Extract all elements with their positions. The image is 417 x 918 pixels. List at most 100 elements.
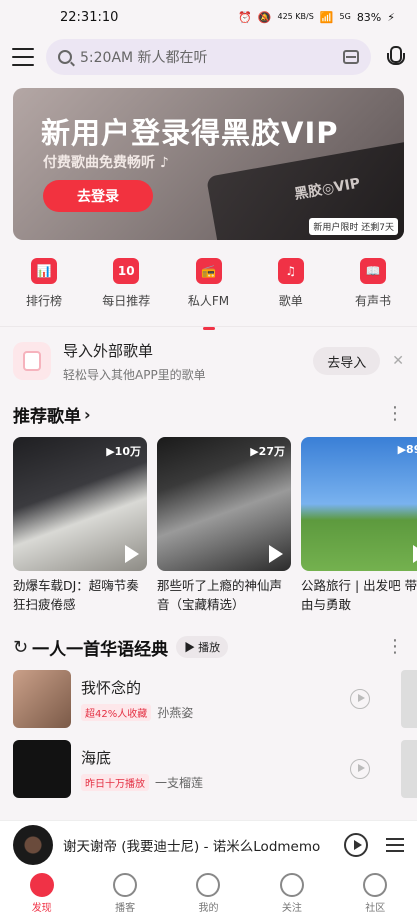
tab-follow[interactable]: 关注: [262, 872, 322, 914]
import-subtitle: 轻松导入其他APP里的歌单: [63, 367, 206, 382]
search-input[interactable]: 5:20AM 新人都在听: [80, 47, 335, 67]
network-type: 5G: [339, 12, 351, 21]
import-title: 导入外部歌单: [63, 341, 154, 360]
bottom-tab-bar: 发现 播客 我的 关注 社区: [0, 868, 417, 918]
play-count: ▶27万: [250, 445, 285, 458]
playlist-card[interactable]: ▶27万 那些听了上瘾的神仙声音（宝藏精选）: [157, 437, 291, 614]
nav-label: 私人FM: [187, 294, 230, 308]
play-all-button[interactable]: ▶ 播放: [176, 636, 229, 658]
play-circle-icon[interactable]: [350, 689, 370, 709]
now-playing-title: 谢天谢帝 (我要迪士尼) - 诺米么Lodmemo: [63, 838, 321, 855]
playlist-icon: ♫: [277, 258, 304, 284]
chevron-right-icon: ›: [84, 404, 91, 424]
playlist-cover: ▶10万: [13, 437, 147, 571]
status-time: 22:31:10: [60, 9, 119, 25]
play-count: ▶899: [397, 443, 417, 456]
play-icon[interactable]: [125, 545, 139, 563]
play-icon[interactable]: [413, 545, 417, 563]
music-note-icon: [196, 872, 221, 897]
tab-discover[interactable]: 发现: [12, 872, 72, 914]
playlist-cover: ▶899: [301, 437, 417, 571]
song-artist: 孙燕姿: [157, 706, 194, 720]
mini-player[interactable]: 谢天谢帝 (我要迪士尼) - 诺米么Lodmemo: [0, 820, 417, 868]
nav-item-charts[interactable]: 📊 排行榜: [14, 258, 74, 320]
song-badge: 超42%人收藏: [81, 704, 152, 721]
active-indicator: [202, 327, 215, 330]
play-circle-icon[interactable]: [350, 759, 370, 779]
playlist-title: 那些听了上瘾的神仙声音（宝藏精选）: [157, 578, 283, 612]
song-row[interactable]: 我怀念的 超42%人收藏 孙燕姿: [0, 664, 417, 734]
scan-icon[interactable]: [343, 50, 359, 64]
playlist-title: 公路旅行 | 出发吧 带自由与勇敢: [301, 578, 417, 612]
tab-label: 我的: [198, 902, 219, 914]
top-bar: 5:20AM 新人都在听: [0, 34, 417, 80]
import-button[interactable]: 去导入: [313, 347, 381, 375]
nav-item-fm[interactable]: 📻 私人FM: [179, 258, 239, 330]
calendar-icon: 10: [113, 258, 140, 284]
next-card-edge: [401, 670, 417, 728]
playlist-title: 劲爆车载DJ：超嗨节奏狂扫疲倦感: [13, 578, 139, 612]
book-icon: 📖: [360, 258, 386, 284]
microphone-icon[interactable]: [383, 45, 405, 69]
tab-label: 关注: [281, 902, 302, 914]
charging-icon: ⚡: [387, 10, 395, 24]
section-title: 一人一首华语经典: [32, 639, 169, 660]
recommended-header[interactable]: 推荐歌单 › ⋮: [0, 397, 417, 431]
user-icon: [279, 872, 304, 897]
quick-nav: 📊 排行榜 10 每日推荐 📻 私人FM ♫ 歌单 📖 有声书: [0, 240, 417, 330]
status-bar: 22:31:10 ⏰ 🔕 425 KB/S 📶 5G 83% ⚡: [0, 0, 417, 34]
nav-label: 有声书: [354, 294, 391, 308]
import-card[interactable]: 导入外部歌单 轻松导入其他APP里的歌单 去导入 ✕: [0, 331, 417, 391]
close-icon[interactable]: ✕: [392, 353, 404, 369]
more-vertical-icon[interactable]: ⋮: [386, 638, 404, 656]
classics-header: ↻ 一人一首华语经典 ▶ 播放 ⋮: [0, 630, 417, 664]
vip-card-text: 黑胶◎VIP: [293, 175, 362, 203]
nav-item-playlists[interactable]: ♫ 歌单: [261, 258, 321, 320]
now-playing-cover[interactable]: [13, 824, 53, 865]
song-badge: 昨日十万播放: [81, 774, 149, 791]
status-icons: ⏰ 🔕 425 KB/S 📶 5G 83% ⚡: [238, 11, 395, 24]
mute-icon: 🔕: [257, 10, 272, 24]
playlist-card[interactable]: ▶10万 劲爆车载DJ：超嗨节奏狂扫疲倦感: [13, 437, 147, 614]
song-row[interactable]: 海底 昨日十万播放 一支榴莲: [0, 734, 417, 804]
tab-label: 社区: [365, 902, 386, 914]
search-box[interactable]: 5:20AM 新人都在听: [46, 39, 371, 75]
tab-mine[interactable]: 我的: [178, 872, 238, 914]
refresh-icon[interactable]: ↻: [13, 637, 28, 658]
play-icon[interactable]: [269, 545, 283, 563]
search-icon: [58, 50, 72, 64]
banner-subtitle: 付费歌曲免费畅听 ♪: [43, 155, 169, 171]
chat-icon: [363, 872, 388, 897]
chart-icon: 📊: [31, 258, 57, 284]
queue-icon[interactable]: [386, 837, 404, 852]
promo-banner[interactable]: 黑胶◎VIP 新用户登录得黑胶VIP 付费歌曲免费畅听 ♪ 去登录 新用户限时 …: [13, 88, 404, 240]
podcast-icon: [113, 872, 138, 897]
nav-label: 排行榜: [25, 294, 62, 308]
nav-label: 歌单: [278, 294, 303, 308]
playlist-card[interactable]: ▶899 公路旅行 | 出发吧 带自由与勇敢: [301, 437, 417, 614]
song-cover: [13, 740, 71, 798]
song-artist: 一支榴莲: [155, 776, 204, 790]
playlist-cover: ▶27万: [157, 437, 291, 571]
tab-podcast[interactable]: 播客: [95, 872, 155, 914]
alarm-icon: ⏰: [238, 10, 252, 24]
radio-icon: 📻: [195, 258, 222, 284]
tab-community[interactable]: 社区: [345, 872, 405, 914]
banner-title: 新用户登录得黑胶VIP: [41, 116, 339, 150]
login-button[interactable]: 去登录: [43, 180, 153, 212]
play-all-label: 播放: [198, 642, 221, 654]
menu-icon[interactable]: [12, 48, 34, 66]
section-title: 推荐歌单: [13, 406, 81, 427]
nav-item-daily[interactable]: 10 每日推荐: [96, 258, 156, 320]
nav-item-audiobooks[interactable]: 📖 有声书: [343, 258, 403, 320]
next-card-edge: [401, 740, 417, 798]
nav-label: 每日推荐: [102, 294, 151, 308]
play-pause-icon[interactable]: [344, 832, 368, 857]
song-name: 海底: [81, 749, 112, 767]
tab-label: 播客: [115, 902, 136, 914]
song-cover: [13, 670, 71, 728]
tab-label: 发现: [31, 902, 52, 914]
battery-level: 83%: [356, 10, 382, 24]
play-count: ▶10万: [106, 445, 141, 458]
more-vertical-icon[interactable]: ⋮: [386, 405, 404, 423]
